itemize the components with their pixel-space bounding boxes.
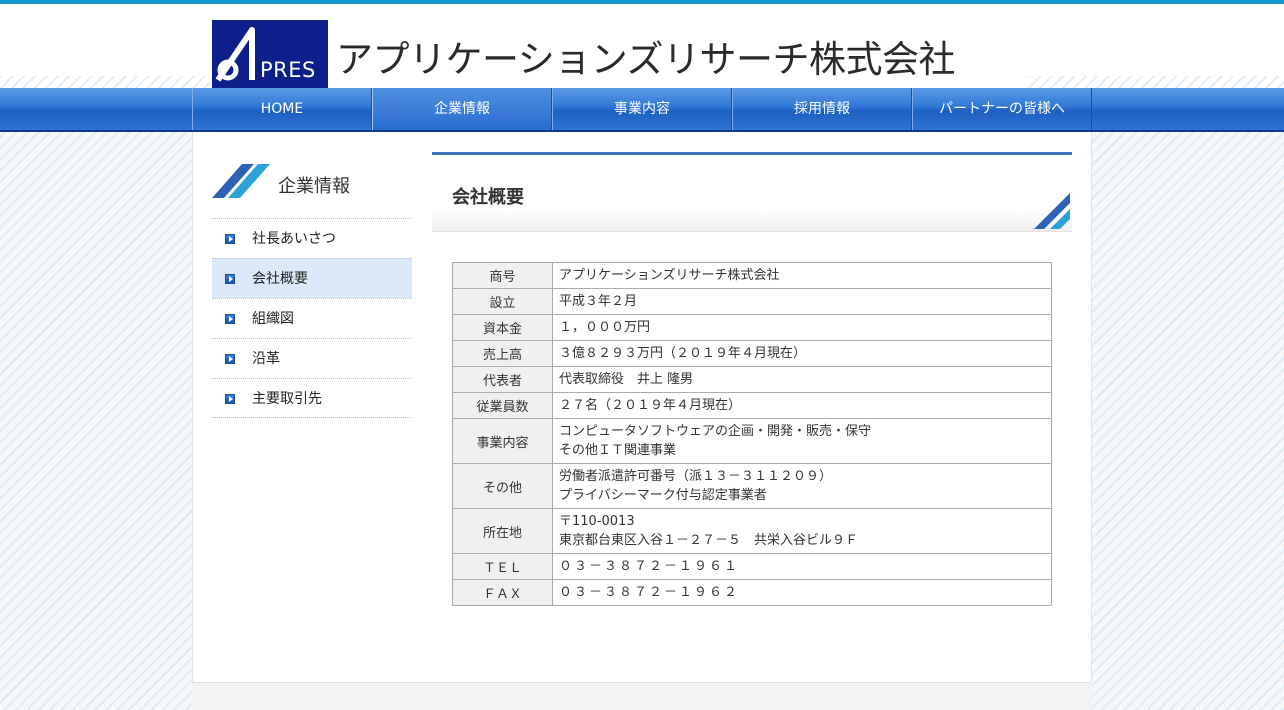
- row-value: アプリケーションズリサーチ株式会社: [552, 262, 1052, 289]
- row-value-line: ２７名（２０１９年４月現在）: [559, 398, 742, 413]
- table-row: 従業員数 ２７名（２０１９年４月現在）: [452, 392, 1052, 419]
- sidebar-item-label: 沿革: [252, 351, 280, 367]
- sidebar-menu: 社長あいさつ 会社概要 組織図 沿革 主要取引先: [212, 218, 412, 418]
- sidebar-item-clients[interactable]: 主要取引先: [212, 378, 412, 418]
- row-value: 労働者派遣許可番号（派１３－３１１２０９） プライバシーマーク付与認定事業者: [552, 463, 1052, 509]
- arrow-bullet-icon: [225, 394, 235, 404]
- table-row: その他 労働者派遣許可番号（派１３－３１１２０９） プライバシーマーク付与認定事業者: [452, 463, 1052, 509]
- row-value-line: 〒110-0013: [559, 514, 635, 529]
- row-value-line: 東京都台東区入谷１－２７－５ 共栄入谷ビル９Ｆ: [559, 533, 859, 548]
- company-logo[interactable]: PRES: [212, 20, 328, 88]
- row-label: 代表者: [452, 366, 553, 393]
- nav-recruit[interactable]: 採用情報: [732, 88, 912, 130]
- row-value-line: ０３－３８７２－１９６１: [559, 559, 740, 574]
- row-value: 〒110-0013 東京都台東区入谷１－２７－５ 共栄入谷ビル９Ｆ: [552, 508, 1052, 554]
- row-label: 従業員数: [452, 392, 553, 419]
- sidebar-item-label: 主要取引先: [252, 391, 322, 407]
- table-row: 設立 平成３年２月: [452, 288, 1052, 315]
- row-label: その他: [452, 463, 553, 509]
- corner-stripes-icon: [1034, 193, 1070, 229]
- row-value-line: その他ＩＴ関連事業: [559, 443, 677, 458]
- page-heading: 会社概要: [432, 152, 1072, 232]
- logo-text: PRES: [260, 58, 316, 82]
- sidebar-item-history[interactable]: 沿革: [212, 338, 412, 378]
- row-value-line: １，０００万円: [559, 320, 651, 335]
- row-value: ０３－３８７２－１９６１: [552, 553, 1052, 580]
- nav-partners[interactable]: パートナーの皆様へ: [912, 88, 1092, 130]
- sidebar-item-label: 会社概要: [252, 271, 308, 287]
- table-row: 売上高 ３億８２９３万円（２０１９年４月現在）: [452, 340, 1052, 367]
- company-name: アプリケーションズリサーチ株式会社: [336, 38, 956, 81]
- row-value: 代表取締役 井上 隆男: [552, 366, 1052, 393]
- row-value: ０３－３８７２－１９６２: [552, 579, 1052, 606]
- header-pattern-left: [0, 76, 210, 88]
- row-value: ２７名（２０１９年４月現在）: [552, 392, 1052, 419]
- row-value-line: ３億８２９３万円（２０１９年４月現在）: [559, 346, 807, 361]
- row-label: 売上高: [452, 340, 553, 367]
- footer: [192, 682, 1092, 710]
- row-value-line: 労働者派遣許可番号（派１３－３１１２０９）: [559, 469, 833, 484]
- nav-business[interactable]: 事業内容: [552, 88, 732, 130]
- row-label: 所在地: [452, 508, 553, 554]
- row-label: 事業内容: [452, 418, 553, 464]
- row-value-line: プライバシーマーク付与認定事業者: [559, 488, 767, 503]
- stripes-icon: [212, 164, 270, 198]
- header-pattern-right: [1028, 76, 1284, 88]
- sidebar-heading: 企業情報: [212, 162, 412, 202]
- row-label: ＦＡＸ: [452, 579, 553, 606]
- nav-company-info[interactable]: 企業情報: [372, 88, 552, 130]
- row-label: 資本金: [452, 314, 553, 341]
- sidebar-item-label: 社長あいさつ: [252, 231, 336, 247]
- row-value: １，０００万円: [552, 314, 1052, 341]
- sidebar-item-organization[interactable]: 組織図: [212, 298, 412, 338]
- table-row: 資本金 １，０００万円: [452, 314, 1052, 341]
- sidebar-item-label: 組織図: [252, 311, 294, 327]
- nav-home[interactable]: HOME: [192, 88, 372, 130]
- row-value: 平成３年２月: [552, 288, 1052, 315]
- table-row: 代表者 代表取締役 井上 隆男: [452, 366, 1052, 393]
- row-value-line: 代表取締役 井上 隆男: [559, 372, 694, 387]
- row-value-line: 平成３年２月: [559, 294, 638, 309]
- arrow-bullet-icon: [225, 314, 235, 324]
- row-value: ３億８２９３万円（２０１９年４月現在）: [552, 340, 1052, 367]
- sidebar-item-company-overview[interactable]: 会社概要: [212, 258, 412, 298]
- row-label: 設立: [452, 288, 553, 315]
- table-row: 商号 アプリケーションズリサーチ株式会社: [452, 262, 1052, 289]
- table-row: ＦＡＸ ０３－３８７２－１９６２: [452, 579, 1052, 606]
- arrow-bullet-icon: [225, 354, 235, 364]
- sidebar-item-greeting[interactable]: 社長あいさつ: [212, 218, 412, 258]
- row-label: 商号: [452, 262, 553, 289]
- row-value: コンピュータソフトウェアの企画・開発・販売・保守 その他ＩＴ関連事業: [552, 418, 1052, 464]
- table-row: 所在地 〒110-0013 東京都台東区入谷１－２７－５ 共栄入谷ビル９Ｆ: [452, 508, 1052, 554]
- row-label: ＴＥＬ: [452, 553, 553, 580]
- table-row: 事業内容 コンピュータソフトウェアの企画・開発・販売・保守 その他ＩＴ関連事業: [452, 418, 1052, 464]
- arrow-bullet-icon: [225, 274, 235, 284]
- row-value-line: ０３－３８７２－１９６２: [559, 585, 740, 600]
- table-row: ＴＥＬ ０３－３８７２－１９６１: [452, 553, 1052, 580]
- company-info-table: 商号 アプリケーションズリサーチ株式会社 設立 平成３年２月 資本金 １，０００万円 売上高…: [452, 262, 1052, 606]
- sidebar-title: 企業情報: [278, 176, 350, 197]
- page-title: 会社概要: [452, 187, 524, 208]
- row-value-line: アプリケーションズリサーチ株式会社: [559, 268, 780, 283]
- global-nav: HOME 企業情報 事業内容 採用情報 パートナーの皆様へ: [0, 88, 1284, 132]
- arrow-bullet-icon: [225, 234, 235, 244]
- row-value-line: コンピュータソフトウェアの企画・開発・販売・保守: [559, 424, 872, 439]
